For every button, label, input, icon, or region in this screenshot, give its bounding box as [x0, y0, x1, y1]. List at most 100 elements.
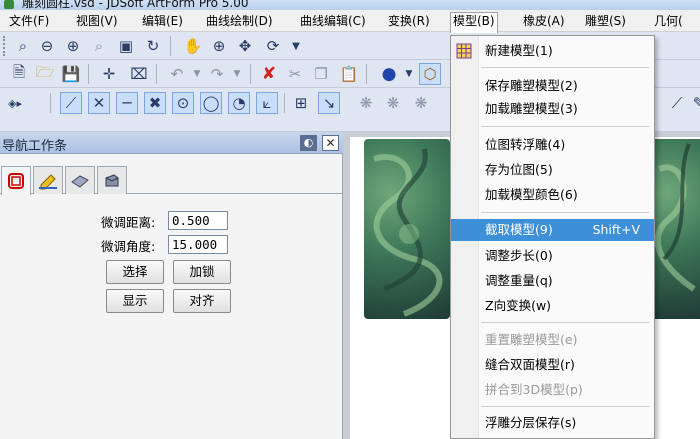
zoom-refresh-icon[interactable]: ↻ — [142, 35, 164, 57]
menu-view[interactable]: 视图(V) — [74, 13, 120, 30]
box-select-icon[interactable]: ⌧ — [128, 63, 150, 85]
menu-item-crop-model[interactable]: 截取模型(9) Shift+V — [451, 219, 654, 241]
menu-transform[interactable]: 变换(R) — [386, 13, 432, 30]
cube-view-icon[interactable]: ⬡ — [419, 63, 441, 85]
menu-geometry[interactable]: 几何( — [652, 13, 685, 30]
menu-separator — [481, 67, 649, 68]
node-edit-icon-2[interactable]: ❋ — [382, 92, 404, 114]
snap-tangent-icon[interactable]: ◔ — [228, 92, 250, 114]
delete-icon[interactable]: ✘ — [258, 63, 280, 85]
new-file-icon[interactable]: 🗎 — [8, 63, 30, 85]
paste-icon[interactable]: 📋 — [338, 63, 360, 85]
nav-panel-titlebar: 导航工作条 ◐ ✕ — [0, 132, 343, 154]
shaded-sphere-icon[interactable]: ● — [378, 63, 400, 85]
grid-snap-icon[interactable]: ⊞ — [290, 92, 312, 114]
snap-perpendicular-icon[interactable]: ⟀ — [256, 92, 278, 114]
snap-center-icon[interactable]: ⊙ — [172, 92, 194, 114]
window-title: 雕刻圆柱.vsd - JDSoft ArtForm Pro 5.00 — [22, 0, 249, 10]
zoom-previous-icon[interactable]: ⌕ — [88, 35, 110, 57]
node-edit-icon-3[interactable]: ❋ — [410, 92, 432, 114]
menu-bar: 文件(F) 视图(V) 编辑(E) 曲线绘制(D) 曲线编辑(C) 变换(R) … — [0, 10, 700, 33]
menu-sculpt[interactable]: 雕塑(S) — [583, 13, 628, 30]
node-edit-icon-1[interactable]: ❋ — [355, 92, 377, 114]
tab-transform[interactable] — [1, 166, 31, 195]
nav-panel-title: 导航工作条 — [2, 139, 68, 154]
cut-icon[interactable]: ✂ — [284, 63, 306, 85]
dropdown-arrow-icon[interactable]: ▼ — [285, 35, 307, 57]
navigation-panel: 导航工作条 ◐ ✕ 微调距离: 0.500 微调角度: 15.000 选择 加锁… — [0, 132, 343, 439]
menu-edit[interactable]: 编辑(E) — [140, 13, 185, 30]
relief-model-right — [654, 139, 700, 319]
render-dropdown-icon[interactable]: ▼ — [398, 63, 420, 85]
menu-item-save-as-bitmap[interactable]: 存为位图(5) — [451, 159, 654, 181]
menu-curve-draw[interactable]: 曲线绘制(D) — [204, 13, 275, 30]
menu-item-merge-to-3d-model: 拼合到3D模型(p) — [485, 382, 583, 397]
distance-field[interactable]: 0.500 — [168, 211, 228, 230]
snap-intersection-icon[interactable]: ✖ — [144, 92, 166, 114]
toolbar-grip[interactable] — [3, 36, 7, 56]
redo-dropdown-icon[interactable]: ▼ — [226, 63, 248, 85]
shortcut-label: Shift+V — [592, 222, 640, 237]
surface-tab-icon — [71, 174, 89, 188]
snap-quadrant-icon[interactable]: ◯ — [200, 92, 222, 114]
menu-item-adjust-step[interactable]: 调整步长(0) — [451, 245, 654, 267]
zoom-window-icon[interactable]: ⌕ — [12, 35, 34, 57]
tab-surface[interactable] — [65, 166, 95, 194]
align-button[interactable]: 对齐 — [173, 289, 231, 313]
relief-dragon-pattern-right — [654, 143, 696, 292]
menu-curve-edit[interactable]: 曲线编辑(C) — [298, 13, 368, 30]
menu-item-adjust-weight[interactable]: 调整重量(q) — [451, 270, 654, 292]
pin-icon[interactable]: ◐ — [300, 135, 317, 151]
line-tool-icon[interactable]: ⟋ — [666, 92, 688, 114]
move-view-icon[interactable]: ✥ — [234, 35, 256, 57]
open-folder-icon[interactable]: 🗁 — [34, 63, 56, 85]
zoom-all-icon[interactable]: ▣ — [115, 35, 137, 57]
menu-item-load-model-color[interactable]: 加载模型颜色(6) — [451, 184, 654, 206]
crosshair-icon[interactable]: ✛ — [98, 63, 120, 85]
menu-item-relief-layer-save[interactable]: 浮雕分层保存(s) — [451, 412, 654, 434]
ortho-snap-icon[interactable]: ↘ — [318, 92, 340, 114]
rotate-view-icon[interactable]: ⟳ — [262, 35, 284, 57]
menu-file[interactable]: 文件(F) — [7, 13, 51, 30]
lock-button[interactable]: 加锁 — [173, 260, 231, 284]
menu-item-load-sculpt-model[interactable]: 加载雕塑模型(3) — [451, 98, 654, 120]
save-icon[interactable]: 💾 — [60, 63, 82, 85]
menu-separator — [481, 126, 649, 127]
undo-icon[interactable]: ↶ — [166, 63, 188, 85]
menu-item-reset-sculpt-model: 重置雕塑模型(e) — [485, 332, 578, 347]
undo-dropdown-icon[interactable]: ▼ — [186, 63, 208, 85]
snap-toggle-icon[interactable]: ◈▸ — [4, 92, 26, 114]
menu-separator — [481, 322, 649, 323]
copy-icon[interactable]: ❐ — [310, 63, 332, 85]
snap-midpoint-icon[interactable]: ✕ — [88, 92, 110, 114]
snap-endpoint-icon[interactable]: ⟋ — [60, 92, 82, 114]
zoom-in-icon[interactable]: ⊕ — [62, 35, 84, 57]
menu-separator — [481, 406, 649, 407]
redo-icon[interactable]: ↷ — [206, 63, 228, 85]
menu-model[interactable]: 模型(B) — [450, 12, 498, 33]
snap-line-icon[interactable]: ─ — [116, 92, 138, 114]
zoom-realtime-icon[interactable]: ⊕ — [208, 35, 230, 57]
tab-edit[interactable] — [33, 166, 63, 194]
tab-solid[interactable] — [97, 166, 127, 194]
toolbar-separator — [156, 64, 157, 84]
app-icon — [4, 0, 14, 9]
menu-eraser[interactable]: 橡皮(A) — [521, 13, 567, 30]
close-icon[interactable]: ✕ — [322, 135, 339, 151]
menu-item-save-sculpt-model[interactable]: 保存雕塑模型(2) — [451, 75, 654, 97]
menu-item-new-model[interactable]: 新建模型(1) — [451, 40, 654, 62]
angle-label: 微调角度: — [101, 239, 156, 254]
nav-tabs — [0, 164, 343, 195]
menu-separator — [481, 212, 649, 213]
menu-item-stitch-double-sided[interactable]: 缝合双面模型(r) — [451, 354, 654, 376]
menu-item-z-transform[interactable]: Z向变换(w) — [451, 295, 654, 317]
angle-field[interactable]: 15.000 — [168, 235, 228, 254]
show-button[interactable]: 显示 — [106, 289, 164, 313]
select-button[interactable]: 选择 — [106, 260, 164, 284]
transform-tab-icon — [8, 173, 24, 189]
zoom-out-icon[interactable]: ⊖ — [36, 35, 58, 57]
draw-tool-icon[interactable]: ✎ — [688, 92, 700, 114]
menu-item-bitmap-to-relief[interactable]: 位图转浮雕(4) — [451, 134, 654, 156]
pan-hand-icon[interactable]: ✋ — [182, 35, 204, 57]
distance-label: 微调距离: — [101, 215, 156, 230]
